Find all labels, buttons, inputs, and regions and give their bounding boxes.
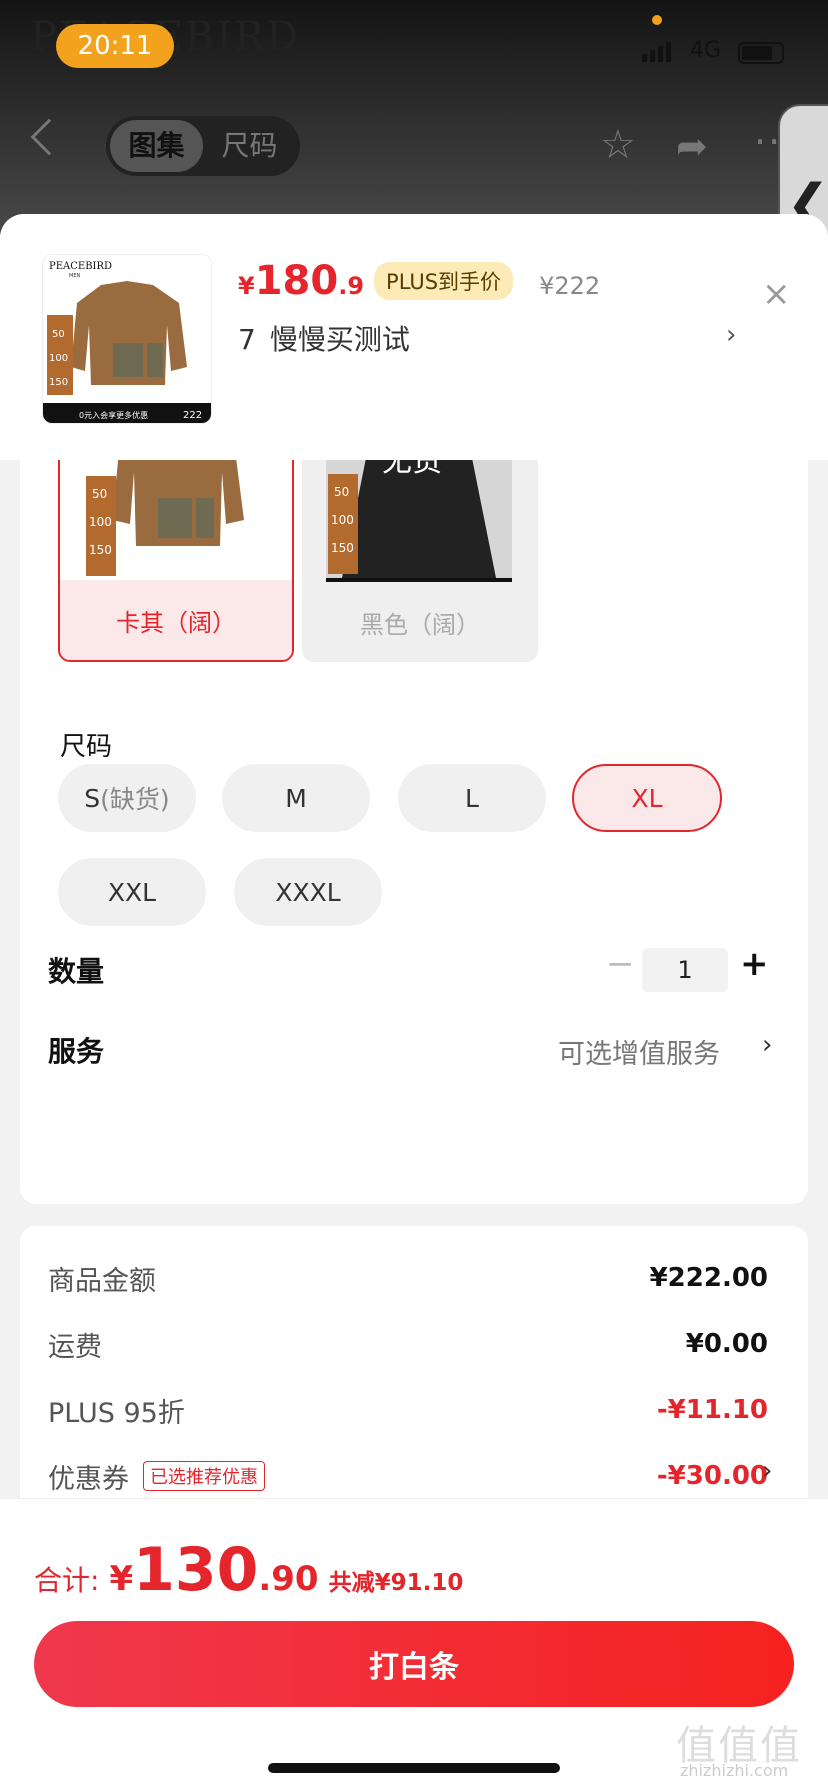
coupon-150: 150 [89,543,112,557]
size-option-xxxl[interactable]: XXXL [234,858,382,926]
address-number: 7 [238,323,256,356]
jacket-thumbnail-image: PEACEBIRD MEN 50 100 150 0元入会享更多优惠 222 [43,255,211,423]
total-currency: ¥ [109,1559,134,1599]
total-label: 合计: [34,1564,100,1597]
close-icon[interactable]: × [762,274,791,314]
media-tab-switch: 图集 尺码 [106,116,300,176]
size-option-m[interactable]: M [222,764,370,832]
thumb-brand: PEACEBIRD [49,261,112,272]
thumb-coupon-150: 150 [49,377,68,388]
chevron-right-icon[interactable]: › [726,320,736,350]
size-option-xxl[interactable]: XXL [58,858,206,926]
price-integer: 180 [254,258,339,304]
coupon-100: 100 [89,515,112,529]
chevron-right-icon[interactable]: › [762,1456,772,1486]
tab-size-chart[interactable]: 尺码 [203,120,296,172]
address-text: 慢慢买测试 [269,323,410,356]
size-option-l[interactable]: L [398,764,546,832]
network-label: 4G [690,38,722,63]
quantity-decrease-button[interactable]: − [606,944,635,984]
total-saving: 共减¥91.10 [328,1570,464,1596]
chevron-right-icon[interactable]: › [762,1030,772,1060]
spec-selection-card: 50 100 150 0元入会享更多优惠 222 卡其（阔） 50 100 15… [20,384,808,1204]
fee-value: ¥0.00 [685,1329,768,1359]
thumb-banner: 0元入会享更多优惠 [79,410,148,420]
fee-row-goods: 商品金额 ¥222.00 [48,1258,768,1298]
signal-icon [642,42,671,62]
recording-indicator [652,15,662,25]
product-page-header: PEACEBIRD MEN 20:11 4G 图集 尺码 ☆ ➦ ··· [0,0,828,240]
thumb-coupon-50: 50 [52,329,65,340]
pay-baitiao-button[interactable]: 打白条 [34,1621,794,1707]
back-icon[interactable] [30,118,68,156]
total-price: 合计: ¥ 130 .90 共减¥91.10 [34,1535,463,1605]
fee-row-shipping: 运费 ¥0.00 [48,1324,768,1364]
service-value[interactable]: 可选增值服务 [558,1032,720,1071]
coupon-50: 50 [92,487,107,501]
coupon-tag: 已选推荐优惠 [143,1461,265,1491]
fee-row-plus-discount: PLUS 95折 -¥11.10 [48,1390,768,1430]
fee-label: PLUS 95折 [48,1397,185,1429]
battery-icon [738,42,784,64]
delivery-address[interactable]: 7 慢慢买测试 [238,318,410,358]
product-thumbnail: PEACEBIRD MEN 50 100 150 0元入会享更多优惠 222 [42,254,212,424]
checkout-bar: 合计: ¥ 130 .90 共减¥91.10 打白条 值值值 zhizhizhi… [0,1498,828,1792]
coupon-150: 150 [331,541,354,555]
fee-value: ¥222.00 [649,1263,768,1293]
home-indicator[interactable] [268,1763,560,1773]
color-option-label: 黑色（阔） [302,582,538,662]
original-price: ¥222 [539,272,601,300]
fee-label: 优惠券 [48,1463,129,1495]
thumb-coupon-100: 100 [49,353,68,364]
price-decimal: .9 [338,272,365,300]
price-row: ¥ 180 .9 PLUS到手价 ¥222 [238,258,600,304]
service-label: 服务 [48,1035,105,1068]
watermark-url: zhizhizhi.com [680,1761,789,1780]
quantity-input[interactable]: 1 [642,948,728,992]
share-icon[interactable]: ➦ [676,124,708,168]
size-section-title: 尺码 [60,732,113,762]
total-integer: 130 [133,1535,259,1605]
fee-label: 商品金额 [48,1265,156,1297]
thumb-brand-sub: MEN [69,273,80,279]
size-option-xl[interactable]: XL [572,764,722,832]
coupon-100: 100 [331,513,354,527]
star-icon[interactable]: ☆ [600,122,636,168]
status-time: 20:11 [56,24,174,68]
thumb-price: 222 [183,410,202,421]
size-label: S [84,783,101,813]
fee-row-coupon[interactable]: 优惠券 已选推荐优惠 -¥30.00 [48,1456,768,1496]
color-option-label: 卡其（阔） [60,580,292,660]
quantity-label: 数量 [48,955,105,988]
total-decimal: .90 [258,1559,319,1599]
coupon-50: 50 [334,485,349,499]
size-note: (缺货) [100,785,170,814]
fee-label: 运费 [48,1331,102,1363]
quantity-increase-button[interactable]: + [740,944,769,984]
fee-value: -¥11.10 [656,1395,768,1425]
sheet-product-summary: PEACEBIRD MEN 50 100 150 0元入会享更多优惠 222 ¥… [0,214,828,460]
size-option-s[interactable]: S (缺货) [58,764,196,832]
fee-value: -¥30.00 [656,1461,768,1491]
plus-price-badge: PLUS到手价 [374,262,514,300]
tab-gallery[interactable]: 图集 [110,120,203,172]
price-currency: ¥ [238,272,255,300]
